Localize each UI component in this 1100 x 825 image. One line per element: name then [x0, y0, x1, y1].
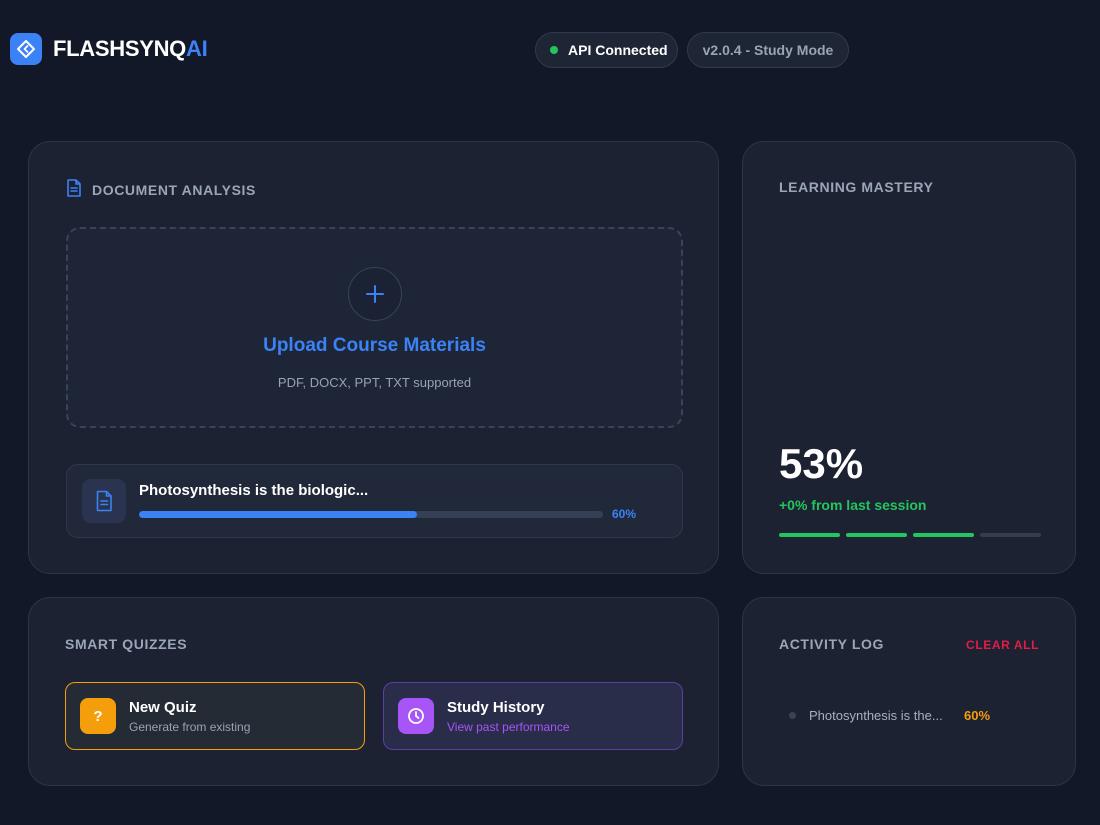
uploaded-file-row[interactable]: Photosynthesis is the biologic... 60%: [66, 464, 683, 538]
learning-mastery-card: LEARNING MASTERY 53% +0% from last sessi…: [742, 141, 1076, 574]
upload-formats: PDF, DOCX, PPT, TXT supported: [277, 375, 472, 390]
new-quiz-label: New Quiz: [129, 699, 197, 716]
app-root: FLASHSYNQAI API Connected v2.0.4 - Study…: [0, 0, 1100, 825]
study-history-label: Study History: [447, 699, 545, 716]
mastery-delta: +0% from last session: [779, 497, 927, 513]
activity-log-item-text: Photosynthesis is the...: [809, 708, 943, 723]
file-document-icon: [82, 479, 126, 523]
mastery-segment: [779, 533, 840, 537]
brand-name-main: FLASHSYNQ: [53, 36, 186, 61]
plus-icon[interactable]: [348, 267, 402, 321]
file-progress-bar: [139, 511, 603, 518]
file-name: Photosynthesis is the biologic...: [139, 482, 369, 499]
clear-all-button[interactable]: CLEAR ALL: [966, 638, 1039, 652]
mastery-percent: 53%: [779, 440, 864, 487]
brand[interactable]: FLASHSYNQAI: [10, 33, 208, 65]
diamond-code-icon: [10, 33, 42, 65]
activity-log-card: ACTIVITY LOG CLEAR ALL Photosynthesis is…: [742, 597, 1076, 786]
document-icon: [66, 179, 82, 200]
brand-name: FLASHSYNQAI: [53, 36, 208, 62]
study-history-sublabel: View past performance: [447, 720, 570, 734]
upload-dropzone[interactable]: Upload Course Materials PDF, DOCX, PPT, …: [66, 227, 683, 428]
smart-quizzes-title: SMART QUIZZES: [65, 636, 188, 652]
upload-title[interactable]: Upload Course Materials: [68, 335, 681, 357]
svg-text:?: ?: [93, 708, 102, 724]
activity-log-item-value: 60%: [964, 708, 991, 723]
activity-log-title: ACTIVITY LOG: [779, 636, 884, 652]
api-status-label: API Connected: [568, 42, 668, 58]
smart-quizzes-card: SMART QUIZZES ? New Quiz Generate from e…: [28, 597, 719, 786]
version-label: v2.0.4 - Study Mode: [702, 42, 834, 58]
file-progress-fill: [139, 511, 418, 518]
document-analysis-title: DOCUMENT ANALYSIS: [92, 181, 256, 198]
study-history-button[interactable]: Study History View past performance: [383, 682, 683, 750]
mastery-segment: [846, 533, 907, 537]
learning-mastery-title: LEARNING MASTERY: [779, 179, 934, 195]
brand-name-accent: AI: [185, 36, 208, 61]
version-badge: v2.0.4 - Study Mode: [687, 32, 849, 68]
mastery-progress-segments: [779, 533, 1041, 537]
api-status-badge: API Connected: [535, 32, 678, 68]
clock-icon: [398, 698, 434, 734]
file-progress-percent: 60%: [612, 507, 637, 521]
document-analysis-header: DOCUMENT ANALYSIS: [66, 179, 256, 200]
question-icon: ?: [80, 698, 116, 734]
status-dot-icon: [550, 46, 558, 54]
document-analysis-card: DOCUMENT ANALYSIS Upload Course Material…: [28, 141, 719, 574]
mastery-segment: [980, 533, 1041, 537]
bullet-dot-icon: [789, 712, 796, 719]
activity-log-item[interactable]: Photosynthesis is the... 60%: [789, 708, 990, 723]
mastery-segment: [913, 533, 974, 537]
new-quiz-sublabel: Generate from existing: [129, 720, 251, 734]
new-quiz-button[interactable]: ? New Quiz Generate from existing: [65, 682, 365, 750]
